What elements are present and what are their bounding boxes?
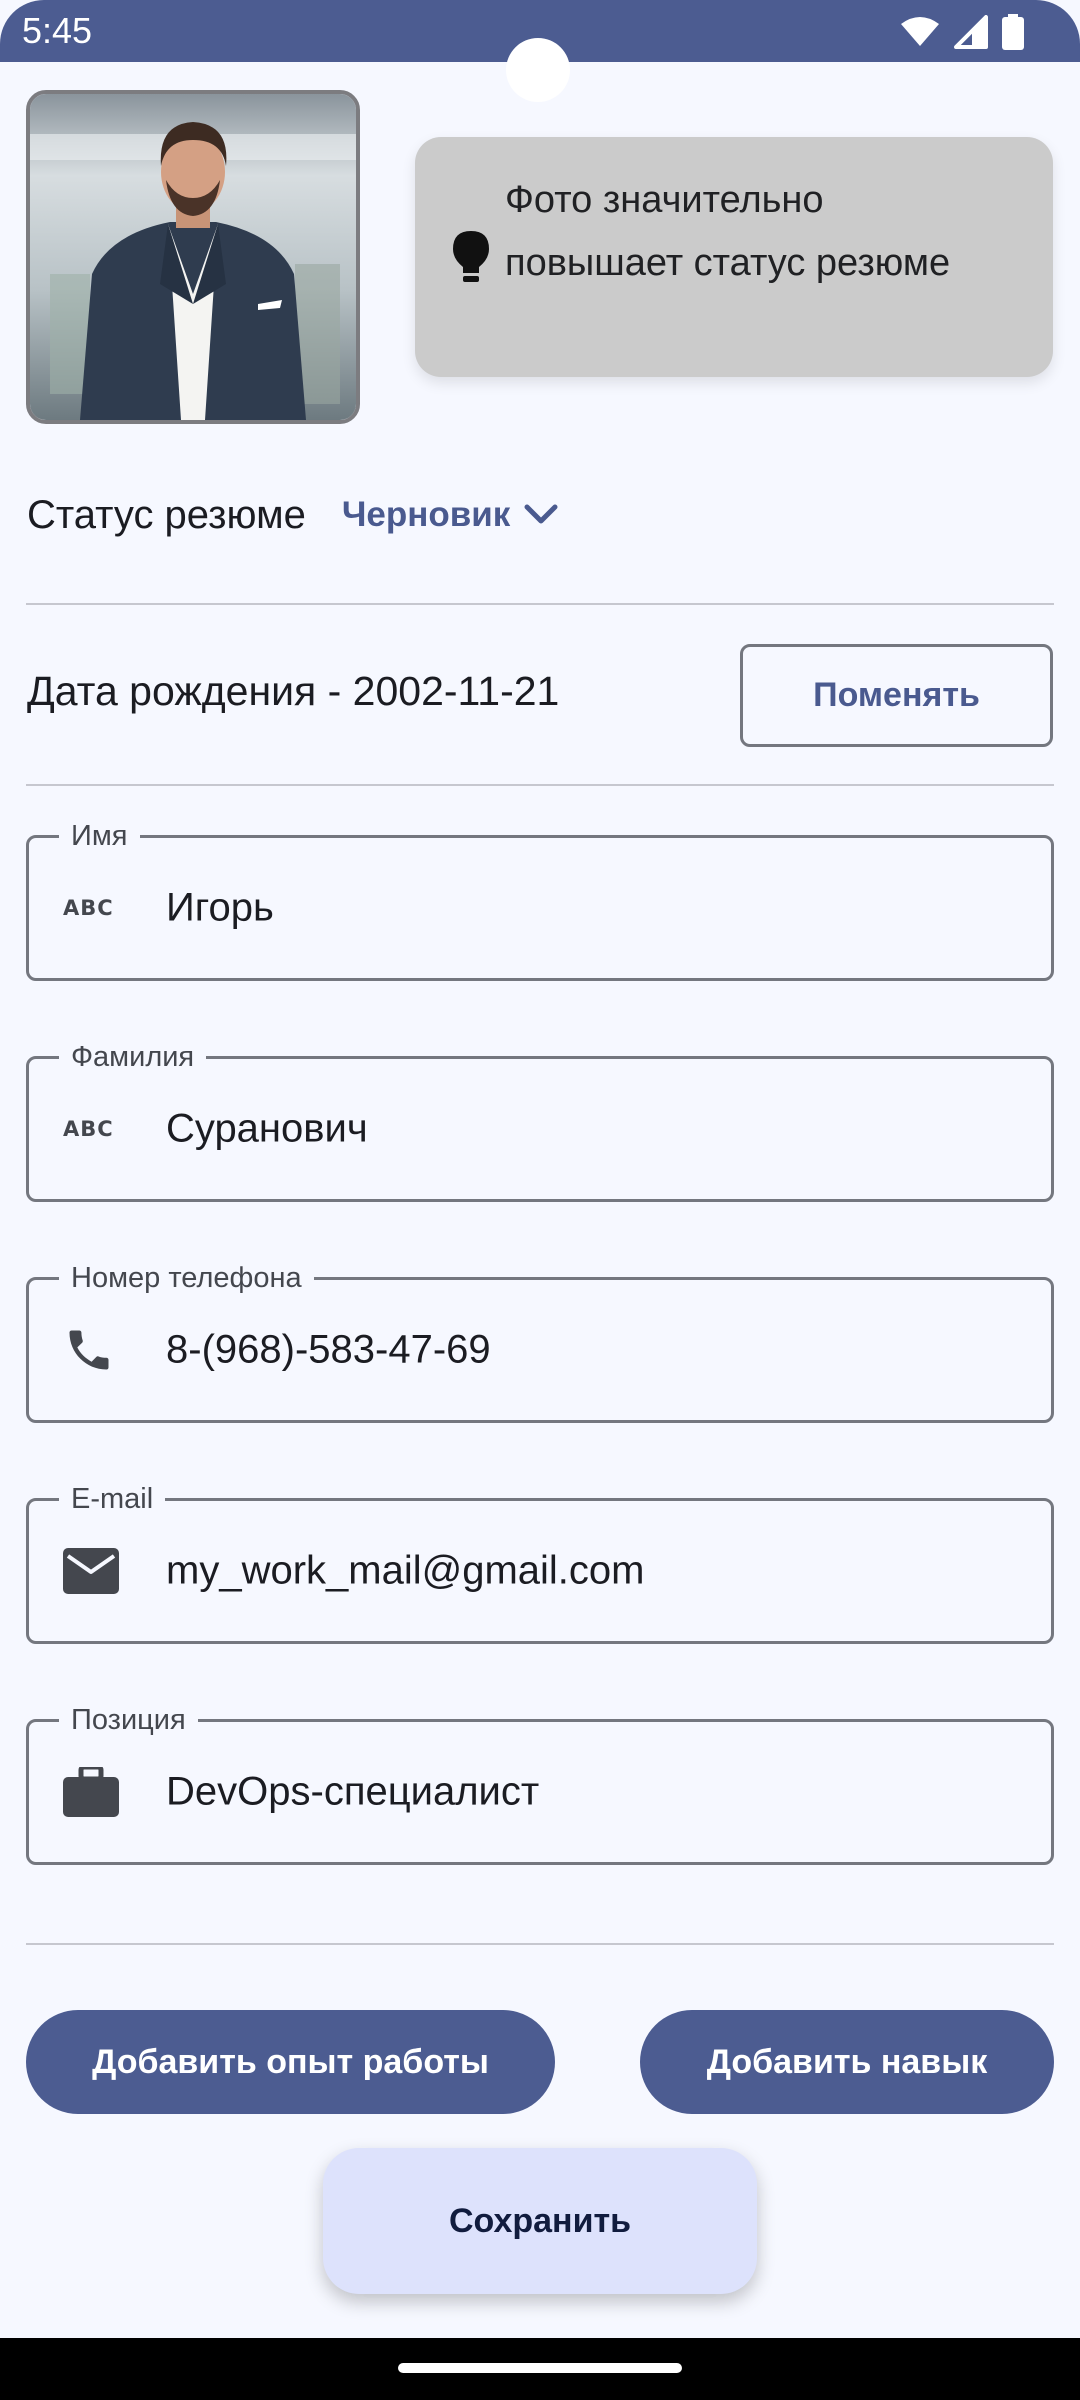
add-experience-button[interactable]: Добавить опыт работы (26, 2010, 555, 2114)
signal-icon (954, 15, 988, 49)
briefcase-icon (63, 1767, 119, 1817)
divider (26, 603, 1054, 605)
battery-icon (1002, 14, 1024, 50)
first-name-value: Игорь (166, 885, 274, 930)
add-skill-button[interactable]: Добавить навык (640, 2010, 1054, 2114)
last-name-field[interactable]: Фамилия ABC Суранович (26, 1041, 1054, 1202)
abc-icon: ABC (63, 896, 114, 920)
status-icons (900, 14, 1024, 50)
status-time: 5:45 (22, 10, 93, 51)
first-name-label: Имя (59, 820, 140, 852)
resume-status-row: Статус резюме Черновик (27, 488, 558, 542)
phone-label: Номер телефона (59, 1262, 314, 1294)
change-birth-date-button[interactable]: Поменять (740, 644, 1053, 747)
last-name-label: Фамилия (59, 1041, 207, 1073)
birth-date-text: Дата рождения - 2002-11-21 (27, 668, 560, 714)
mail-icon (63, 1548, 119, 1594)
person-photo-icon (30, 94, 356, 420)
email-label: E-mail (59, 1483, 166, 1515)
first-name-field[interactable]: Имя ABC Игорь (26, 820, 1054, 981)
photo-tip-text: Фото значительно повышает статус резюме (505, 179, 951, 284)
resume-status-dropdown[interactable]: Черновик (342, 495, 559, 535)
email-value: my_work_mail@gmail.com (166, 1548, 645, 1593)
position-field[interactable]: Позиция DevOps-специалист (26, 1704, 1054, 1865)
camera-cutout (506, 38, 570, 102)
wifi-icon (901, 17, 939, 46)
home-handle[interactable] (398, 2363, 682, 2373)
lightbulb-icon (451, 229, 491, 290)
divider (26, 784, 1054, 786)
email-field[interactable]: E-mail my_work_mail@gmail.com (26, 1483, 1054, 1644)
navigation-bar (0, 2338, 1080, 2400)
resume-status-value: Черновик (341, 495, 511, 534)
phone-icon (63, 1324, 115, 1376)
last-name-value: Суранович (166, 1106, 368, 1151)
divider (26, 1943, 1054, 1945)
resume-status-label: Статус резюме (27, 492, 306, 537)
phone-value: 8-(968)-583-47-69 (166, 1327, 491, 1372)
position-value: DevOps-специалист (166, 1769, 540, 1814)
phone-field[interactable]: Номер телефона 8-(968)-583-47-69 (26, 1262, 1054, 1423)
abc-icon: ABC (63, 1117, 114, 1141)
avatar-photo[interactable] (26, 90, 360, 424)
save-button[interactable]: Сохранить (323, 2148, 757, 2294)
position-label: Позиция (59, 1704, 198, 1736)
photo-tip-card: Фото значительно повышает статус резюме (415, 137, 1053, 377)
chevron-down-icon (524, 504, 558, 524)
